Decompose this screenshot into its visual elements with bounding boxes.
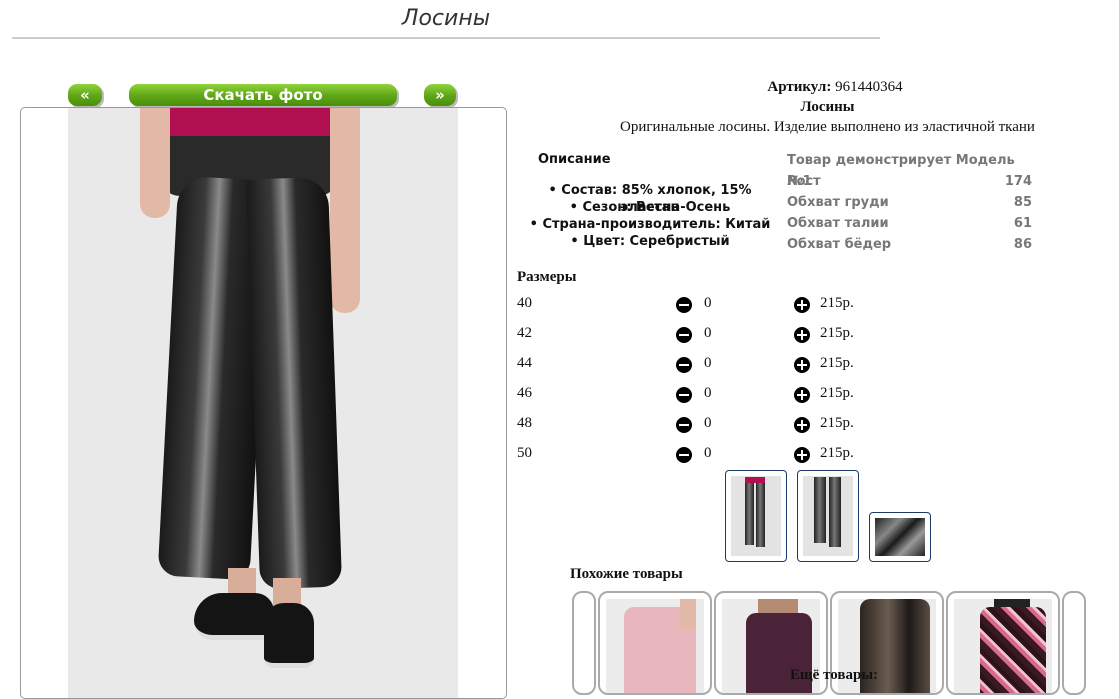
product-description: Оригинальные лосины. Изделие выполнено и… [620,119,1035,135]
detail-season: Сезон: Весна-Осень [520,199,780,216]
quantity-value: 0 [704,445,712,461]
size-row-40: 40 0 215р. [517,295,862,315]
plus-icon[interactable] [794,417,810,433]
sizes-heading: Размеры [517,269,577,285]
title-divider [12,37,880,39]
quantity-value: 0 [704,415,712,431]
article-number: 961440364 [835,79,903,95]
minus-icon[interactable] [676,387,692,403]
minus-icon[interactable] [676,297,692,313]
similar-scroll-right[interactable] [1062,591,1086,695]
size-row-46: 46 0 215р. [517,385,862,405]
plus-icon[interactable] [794,327,810,343]
size-value: 42 [517,325,532,341]
details-list: Состав: 85% хлопок, 15% эластан Сезон: В… [520,182,780,250]
price-value: 215р. [820,325,854,341]
size-value: 48 [517,415,532,431]
similar-heading: Похожие товары [570,566,683,582]
price-value: 215р. [820,295,854,311]
model-value: 174 [1004,174,1032,189]
similar-scroll-left[interactable] [572,591,596,695]
quantity-value: 0 [704,385,712,401]
quantity-value: 0 [704,295,712,311]
model-left-shoe [194,593,274,640]
model-heading-text: Товар демонстрирует Модель №1 [787,153,1015,189]
detail-composition: Состав: 85% хлопок, 15% эластан [520,182,780,215]
model-value: 85 [1013,195,1032,210]
model-row-hips: Обхват бёдер 86 [787,234,1032,255]
model-right-ankle [273,578,301,606]
size-value: 40 [517,295,532,311]
model-right-shoe [264,603,314,668]
size-value: 44 [517,355,532,371]
size-row-50: 50 0 215р. [517,445,862,465]
model-value: 86 [1013,237,1032,252]
article-label: Артикул: [767,79,832,95]
product-name: Лосины [800,99,855,115]
model-value: 61 [1013,216,1032,231]
minus-icon[interactable] [676,447,692,463]
details-heading: Описание [538,152,611,167]
model-left-arm [140,108,170,218]
page-title: Лосины [401,6,491,31]
minus-icon[interactable] [676,417,692,433]
detail-country: Страна-производитель: Китай [520,216,780,233]
similar-product-4[interactable] [946,591,1060,695]
model-measurements: Товар демонстрирует Модель №1 Рост 174 Об… [787,150,1032,255]
model-top [163,108,333,138]
size-row-48: 48 0 215р. [517,415,862,435]
photo-thumbnail-2[interactable] [797,470,859,562]
size-row-44: 44 0 215р. [517,355,862,375]
plus-icon[interactable] [794,447,810,463]
quantity-value: 0 [704,355,712,371]
model-right-arm [330,108,360,313]
model-heading: Товар демонстрирует Модель №1 [787,150,1032,189]
photo-background [68,108,458,698]
minus-icon[interactable] [676,357,692,373]
model-row-waist: Обхват талии 61 [787,213,1032,234]
similar-product-1[interactable] [598,591,712,695]
plus-icon[interactable] [794,357,810,373]
download-photo-button[interactable]: Скачать фото [129,84,397,106]
size-value: 46 [517,385,532,401]
model-label: Обхват груди [787,195,889,210]
size-row-42: 42 0 215р. [517,325,862,345]
price-value: 215р. [820,415,854,431]
plus-icon[interactable] [794,387,810,403]
price-value: 215р. [820,355,854,371]
photo-thumbnail-1[interactable] [725,470,787,562]
size-value: 50 [517,445,532,461]
model-label: Рост [787,174,821,189]
model-row-bust: Обхват груди 85 [787,192,1032,213]
quantity-value: 0 [704,325,712,341]
model-right-leg [245,176,343,590]
more-products-heading: Ещё товары: [790,667,879,683]
photo-thumbnail-3[interactable] [869,512,931,562]
plus-icon[interactable] [794,297,810,313]
next-photo-button[interactable]: » [424,84,456,106]
prev-photo-button[interactable]: « [68,84,102,106]
main-product-photo [20,107,507,699]
minus-icon[interactable] [676,327,692,343]
price-value: 215р. [820,385,854,401]
model-row-height: Рост 174 [787,171,1032,192]
model-label: Обхват талии [787,216,889,231]
article-line: Артикул: 961440364 [740,79,930,96]
model-label: Обхват бёдер [787,237,892,252]
price-value: 215р. [820,445,854,461]
detail-color: Цвет: Серебристый [520,233,780,250]
